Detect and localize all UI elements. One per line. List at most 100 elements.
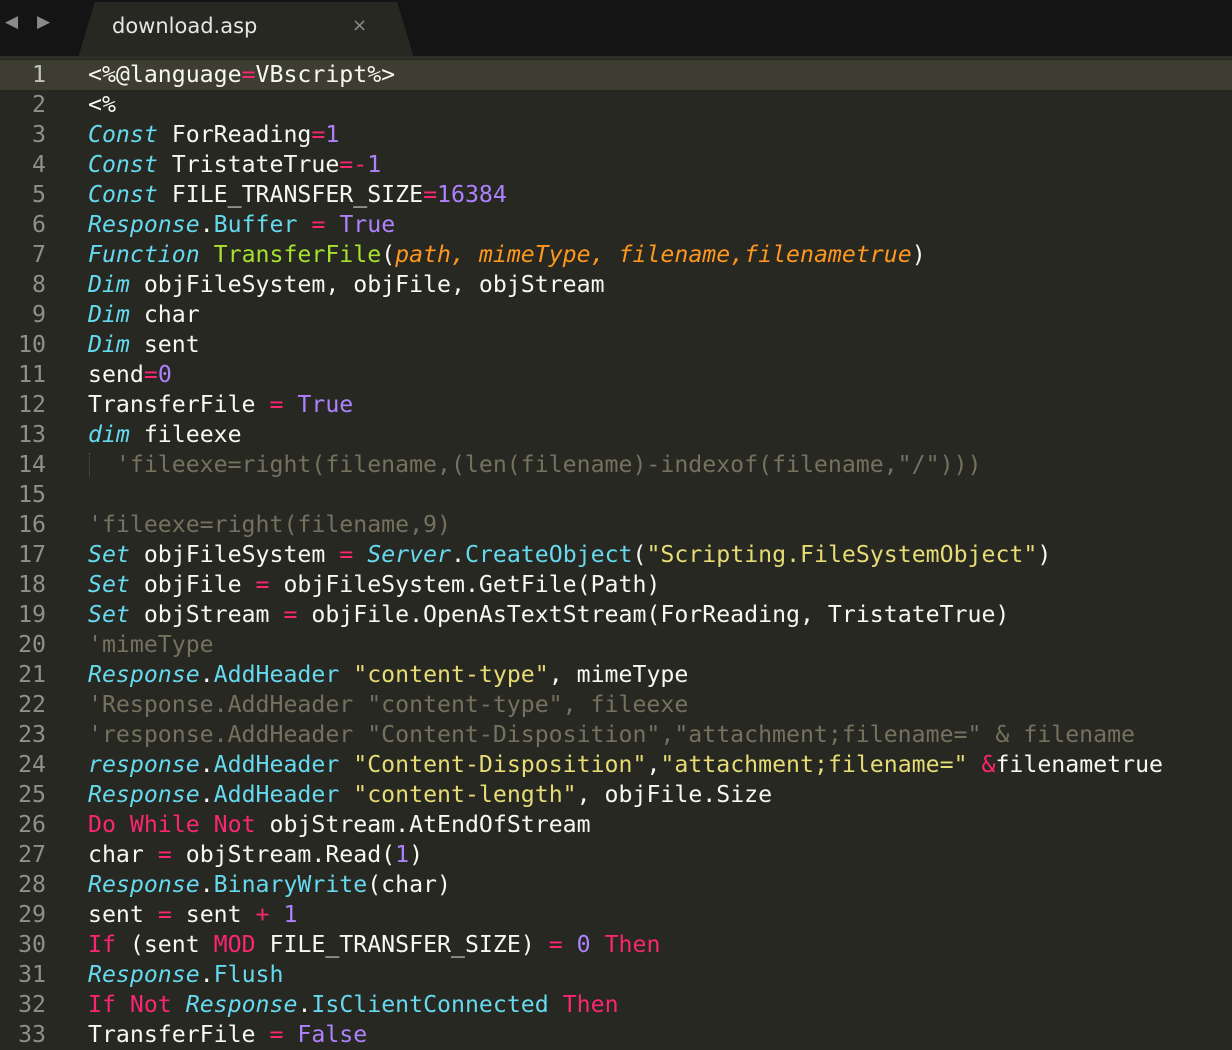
line-number: 30 (18, 931, 46, 958)
tab-close-icon[interactable]: × (352, 16, 367, 36)
code-line[interactable]: 26 Do While Not objStream.AtEndOfStream (0, 810, 1232, 840)
code-line[interactable]: 7 Function TransferFile(path, mimeType, f… (0, 240, 1232, 270)
code-editor[interactable]: 1 <%@language=VBscript%> 2 <% 3 Const ForRead… (0, 60, 1232, 1050)
operator: = (423, 181, 438, 208)
code-content: Set objFileSystem = Server.CreateObject(… (88, 540, 1051, 570)
keyword: Response (88, 661, 200, 688)
line-number: 19 (18, 601, 46, 628)
keyword: response (88, 751, 200, 778)
code-line[interactable]: 17 Set objFileSystem = Server.CreateObjec… (0, 540, 1232, 570)
keyword: Server (367, 541, 451, 568)
code-line[interactable]: 3 Const ForReading=1 (0, 120, 1232, 150)
code-text: , (646, 751, 661, 778)
code-line[interactable]: 5 Const FILE_TRANSFER_SIZE=16384 (0, 180, 1232, 210)
code-line[interactable]: 10 Dim sent (0, 330, 1232, 360)
code-text: . (297, 991, 312, 1018)
line-number: 32 (18, 991, 46, 1018)
code-content: dim fileexe (88, 420, 242, 450)
keyword: Const (88, 121, 158, 148)
code-text: . (199, 661, 214, 688)
line-number: 6 (32, 211, 46, 238)
line-number: 26 (18, 811, 46, 838)
code-content: Response.BinaryWrite(char) (88, 870, 451, 900)
code-line[interactable]: 28 Response.BinaryWrite(char) (0, 870, 1232, 900)
method: AddHeader (213, 751, 340, 778)
tab-title[interactable]: download.asp (112, 13, 257, 39)
code-line[interactable]: 16 'fileexe=right(filename,9) (0, 510, 1232, 540)
code-content: TransferFile = True (88, 390, 353, 420)
code-line[interactable]: 23 'response.AddHeader "Content-Dispositi… (0, 720, 1232, 750)
line-number: 25 (18, 781, 46, 808)
code-line[interactable]: 11 send=0 (0, 360, 1232, 390)
code-line[interactable]: 21 Response.AddHeader "content-type", mim… (0, 660, 1232, 690)
code-line[interactable]: 4 Const TristateTrue=-1 (0, 150, 1232, 180)
number: 1 (325, 121, 340, 148)
code-line[interactable]: 29 sent = sent + 1 (0, 900, 1232, 930)
code-line[interactable]: 22 'Response.AddHeader "content-type", fi… (0, 690, 1232, 720)
code-content: Response.Buffer = True (88, 210, 395, 240)
keyword: Dim (88, 331, 130, 358)
code-line[interactable]: 20 'mimeType (0, 630, 1232, 660)
control-keyword: Not (129, 991, 172, 1018)
code-content: sent = sent + 1 (88, 900, 297, 930)
code-line[interactable]: 27 char = objStream.Read(1) (0, 840, 1232, 870)
string: "attachment;filename=" (660, 751, 968, 778)
code-line[interactable]: 25 Response.AddHeader "content-length", o… (0, 780, 1232, 810)
line-number: 4 (32, 151, 46, 178)
line-number: 22 (18, 691, 46, 718)
code-line[interactable]: 1 <%@language=VBscript%> (0, 60, 1232, 90)
line-number: 16 (18, 511, 46, 538)
code-text: objFileSystem, objFile, objStream (129, 271, 605, 298)
code-line[interactable]: 15 (0, 480, 1232, 510)
code-line[interactable]: 2 <% (0, 90, 1232, 120)
code-text: char (88, 841, 158, 868)
code-content: 'response.AddHeader "Content-Disposition… (88, 720, 1135, 750)
code-content: Dim sent (88, 330, 200, 360)
code-line[interactable]: 19 Set objStream = objFile.OpenAsTextStre… (0, 600, 1232, 630)
number: 1 (395, 841, 410, 868)
line-number: 2 (32, 91, 46, 118)
line-number: 3 (32, 121, 46, 148)
code-line[interactable]: 32 If Not Response.IsClientConnected Then (0, 990, 1232, 1020)
tab-bar-divider (0, 56, 1232, 59)
control-keyword: Do (88, 811, 116, 838)
line-number: 5 (32, 181, 46, 208)
control-keyword: If (88, 931, 116, 958)
keyword: Response (88, 781, 200, 808)
code-line[interactable]: 13 dim fileexe (0, 420, 1232, 450)
code-line[interactable]: 12 TransferFile = True (0, 390, 1232, 420)
comment: 'fileexe=right(filename,(len(filename)-i… (115, 451, 982, 478)
code-line[interactable]: 18 Set objFile = objFileSystem.GetFile(Pa… (0, 570, 1232, 600)
code-content: Response.AddHeader "content-type", mimeT… (88, 660, 688, 690)
code-line[interactable]: 6 Response.Buffer = True (0, 210, 1232, 240)
code-line[interactable]: 8 Dim objFileSystem, objFile, objStream (0, 270, 1232, 300)
operator: = (269, 391, 284, 418)
operator: = (311, 211, 326, 238)
code-line[interactable]: 24 response.AddHeader "Content-Dispositio… (0, 750, 1232, 780)
code-content: Do While Not objStream.AtEndOfStream (88, 810, 591, 840)
code-line[interactable]: 14 'fileexe=right(filename,(len(filename… (0, 450, 1232, 480)
nav-forward-arrow-icon[interactable]: ▶ (37, 12, 50, 32)
code-line[interactable]: 33 TransferFile = False (0, 1020, 1232, 1050)
line-number: 13 (18, 421, 46, 448)
code-text: char (129, 301, 200, 328)
code-line[interactable]: 31 Response.Flush (0, 960, 1232, 990)
nav-back-arrow-icon[interactable]: ◀ (5, 12, 18, 32)
line-number: 1 (32, 61, 46, 88)
line-number: 18 (18, 571, 46, 598)
parameter: path, mimeType, filename,filenametrue (395, 241, 912, 268)
keyword: Const (88, 181, 158, 208)
code-content: response.AddHeader "Content-Disposition"… (88, 750, 1163, 780)
code-line[interactable]: 30 If (sent MOD FILE_TRANSFER_SIZE) = 0 T… (0, 930, 1232, 960)
code-text: TransferFile (88, 391, 270, 418)
code-content: Function TransferFile(path, mimeType, fi… (88, 240, 926, 270)
code-line[interactable]: 9 Dim char (0, 300, 1232, 330)
method: AddHeader (213, 661, 340, 688)
code-content: Set objStream = objFile.OpenAsTextStream… (88, 600, 1009, 630)
